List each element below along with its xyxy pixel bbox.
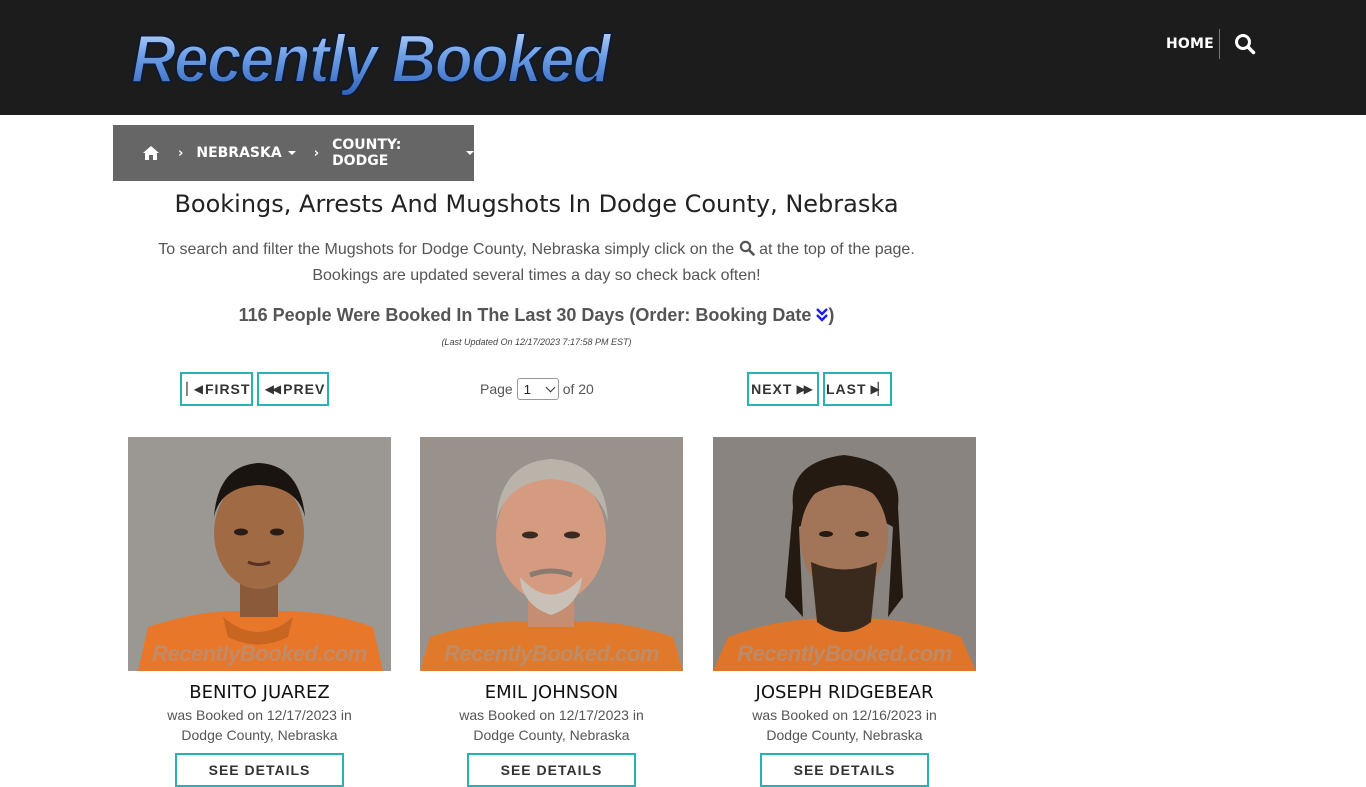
- booked-count-heading: 116 People Were Booked In The Last 30 Da…: [128, 305, 945, 326]
- sort-order-toggle-icon[interactable]: [816, 307, 829, 323]
- mugshot-image[interactable]: RecentlyBooked.com: [128, 437, 391, 671]
- breadcrumb: › NEBRASKA › COUNTY: DODGE: [113, 125, 474, 181]
- skip-back-icon: ▏◀: [186, 382, 204, 396]
- first-page-button[interactable]: ▏◀ FIRST: [180, 372, 253, 406]
- intro-text-part1: To search and filter the Mugshots for Do…: [158, 241, 735, 258]
- person-name[interactable]: BENITO JUAREZ: [128, 682, 391, 703]
- booked-count-text: 116 People Were Booked In The Last 30 Da…: [238, 305, 812, 325]
- booking-info: was Booked on 12/17/2023 in Dodge County…: [420, 705, 683, 745]
- nav-home-link[interactable]: HOME: [1166, 36, 1214, 52]
- breadcrumb-county-label: COUNTY: DODGE: [332, 137, 402, 169]
- first-label: FIRST: [205, 381, 251, 397]
- intro-text-part2: at the top of the page.: [759, 241, 915, 258]
- page-select-value: 1: [523, 381, 531, 397]
- chevron-right-icon: ›: [313, 145, 320, 161]
- booked-count-close: ): [828, 305, 835, 325]
- person-name[interactable]: JOSEPH RIDGEBEAR: [713, 682, 976, 703]
- mugshot-image[interactable]: RecentlyBooked.com: [420, 437, 683, 671]
- see-details-button[interactable]: SEE DETAILS: [174, 753, 345, 787]
- site-header: Recently Booked HOME: [0, 0, 1366, 115]
- chevron-down-icon: [545, 382, 556, 392]
- see-details-button[interactable]: SEE DETAILS: [759, 753, 930, 787]
- fast-forward-icon: ▶▶: [796, 382, 813, 396]
- booking-info: was Booked on 12/16/2023 in Dodge County…: [713, 705, 976, 745]
- watermark: RecentlyBooked.com: [737, 641, 952, 666]
- booking-date-line: was Booked on 12/16/2023 in: [752, 707, 937, 723]
- caret-down-icon: [287, 151, 296, 155]
- caret-down-icon: [466, 151, 474, 155]
- see-details-button[interactable]: SEE DETAILS: [466, 753, 637, 787]
- mugshot-card: RecentlyBooked.com EMIL JOHNSON was Book…: [420, 437, 683, 787]
- breadcrumb-state-label: NEBRASKA: [196, 145, 282, 161]
- page-label: Page: [480, 381, 513, 397]
- breadcrumb-county-dropdown[interactable]: COUNTY: DODGE: [332, 137, 474, 169]
- intro-text-line2: Bookings are updated several times a day…: [312, 267, 761, 284]
- last-page-button[interactable]: LAST ▶▏: [823, 372, 892, 406]
- watermark: RecentlyBooked.com: [444, 641, 659, 666]
- mugshot-card: RecentlyBooked.com BENITO JUAREZ was Boo…: [128, 437, 391, 787]
- home-icon[interactable]: [142, 145, 160, 161]
- next-label: NEXT: [751, 381, 793, 397]
- page-of-label: of 20: [562, 381, 594, 397]
- svg-text:Recently Booked: Recently Booked: [131, 21, 612, 96]
- intro-text: To search and filter the Mugshots for Do…: [128, 237, 945, 289]
- prev-page-button[interactable]: ◀◀ PREV: [257, 372, 329, 406]
- prev-label: PREV: [283, 381, 326, 397]
- person-name[interactable]: EMIL JOHNSON: [420, 682, 683, 703]
- last-updated: (Last Updated On 12/17/2023 7:17:58 PM E…: [441, 337, 632, 347]
- booking-location: Dodge County, Nebraska: [473, 727, 630, 743]
- search-icon: [739, 239, 755, 256]
- booking-date-line: was Booked on 12/17/2023 in: [167, 707, 352, 723]
- booking-location: Dodge County, Nebraska: [181, 727, 338, 743]
- page-title: Bookings, Arrests And Mugshots In Dodge …: [174, 190, 899, 218]
- mugshot-card: RecentlyBooked.com JOSEPH RIDGEBEAR was …: [713, 437, 976, 787]
- booking-info: was Booked on 12/17/2023 in Dodge County…: [128, 705, 391, 745]
- skip-forward-icon: ▶▏: [870, 382, 888, 396]
- last-label: LAST: [825, 381, 867, 397]
- nav-divider: [1219, 29, 1220, 59]
- breadcrumb-state-dropdown[interactable]: NEBRASKA: [196, 145, 296, 161]
- mugshot-image[interactable]: RecentlyBooked.com: [713, 437, 976, 671]
- page-select[interactable]: 1: [516, 378, 559, 400]
- site-logo[interactable]: Recently Booked: [127, 16, 617, 96]
- booking-location: Dodge County, Nebraska: [766, 727, 923, 743]
- chevron-right-icon: ›: [178, 145, 184, 161]
- rewind-icon: ◀◀: [264, 382, 282, 396]
- page-indicator: Page 1 of 20: [480, 377, 594, 401]
- next-page-button[interactable]: NEXT ▶▶: [747, 372, 819, 406]
- search-icon[interactable]: [1234, 33, 1256, 55]
- booking-date-line: was Booked on 12/17/2023 in: [459, 707, 644, 723]
- watermark: RecentlyBooked.com: [152, 641, 367, 666]
